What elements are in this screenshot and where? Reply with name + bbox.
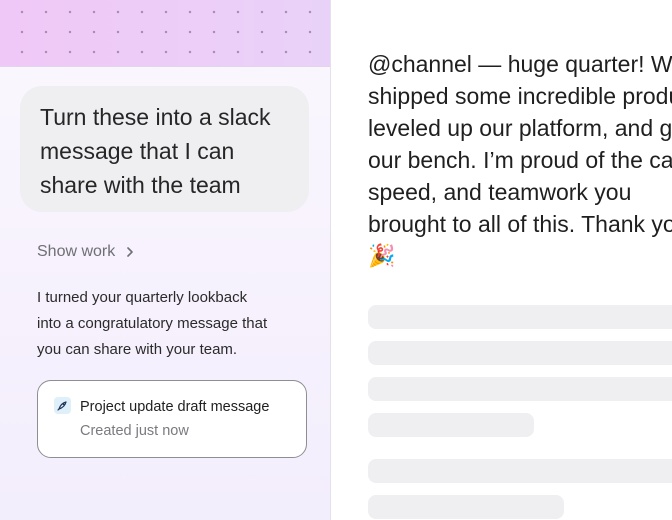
loading-skeleton-line bbox=[368, 305, 672, 329]
user-prompt-bubble: Turn these into a slack message that I c… bbox=[20, 86, 309, 212]
message-line: leveled up our platform, and grew bbox=[368, 115, 672, 141]
response-line: I turned your quarterly lookback bbox=[37, 289, 248, 306]
artifact-card[interactable]: Project update draft message Created jus… bbox=[37, 380, 307, 458]
artifact-timestamp: Created just now bbox=[80, 423, 189, 439]
message-line: our bench. I’m proud of the care, bbox=[368, 147, 672, 173]
assistant-response: I turned your quarterly lookback into a … bbox=[37, 285, 317, 363]
message-line: shipped some incredible products, bbox=[368, 83, 672, 109]
chevron-right-icon bbox=[123, 245, 137, 259]
response-line: into a congratulatory message that bbox=[37, 315, 268, 332]
prompt-line: Turn these into a slack bbox=[40, 104, 271, 130]
message-line: brought to all of this. Thank you! bbox=[368, 211, 672, 237]
loading-skeleton-line bbox=[368, 459, 672, 483]
show-work-toggle[interactable]: Show work bbox=[37, 243, 137, 261]
artifact-preview-panel: @channel — huge quarter! We shipped some… bbox=[331, 0, 672, 520]
artifact-title: Project update draft message bbox=[80, 399, 270, 415]
loading-skeleton-line bbox=[368, 413, 534, 437]
decorative-header bbox=[0, 0, 330, 67]
prompt-line: share with the team bbox=[40, 172, 241, 198]
message-line: speed, and teamwork you bbox=[368, 179, 632, 205]
rocket-icon bbox=[54, 397, 71, 414]
chat-panel: Turn these into a slack message that I c… bbox=[0, 0, 331, 520]
prompt-line: message that I can bbox=[40, 138, 235, 164]
loading-skeleton-line bbox=[368, 495, 564, 519]
show-work-label: Show work bbox=[37, 243, 116, 260]
slack-message-draft: @channel — huge quarter! We shipped some… bbox=[368, 48, 672, 272]
party-popper-emoji: 🎉 bbox=[368, 243, 396, 268]
response-line: you can share with your team. bbox=[37, 341, 238, 358]
loading-skeleton-line bbox=[368, 377, 672, 401]
message-line: @channel — huge quarter! We bbox=[368, 51, 672, 77]
loading-skeleton-line bbox=[368, 341, 672, 365]
